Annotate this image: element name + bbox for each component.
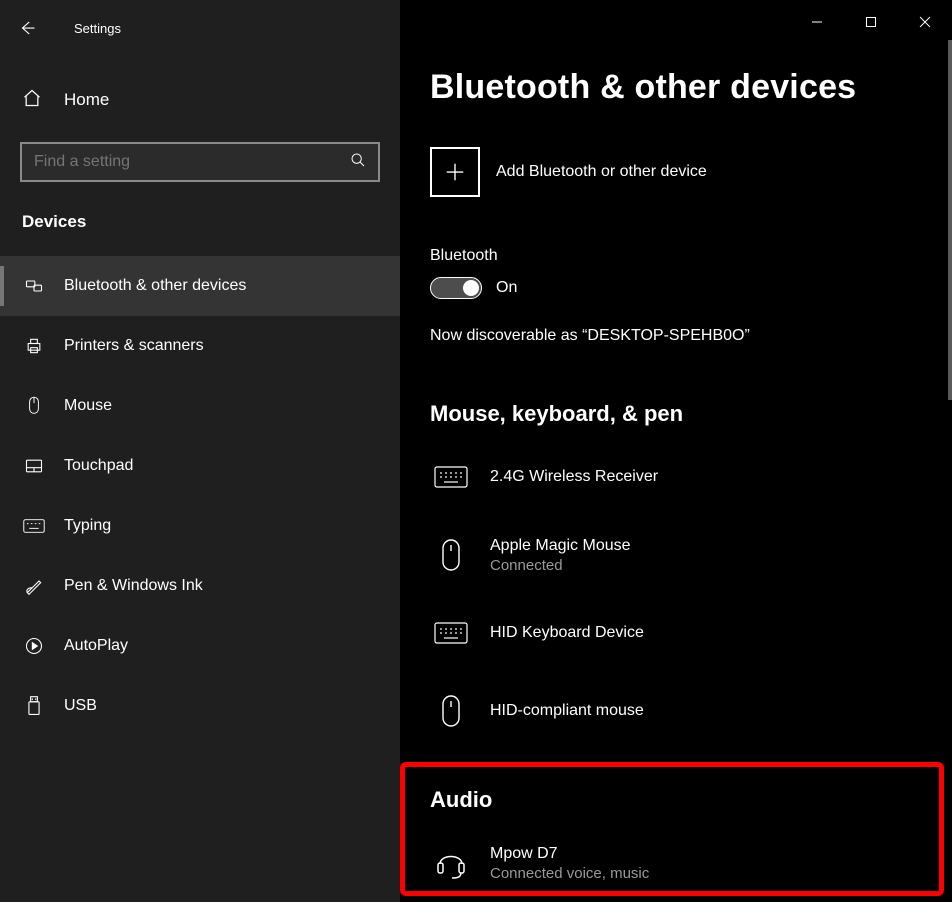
maximize-button[interactable] xyxy=(844,6,898,38)
device-name: HID Keyboard Device xyxy=(490,624,644,642)
sidebar-item-label: Mouse xyxy=(64,397,112,415)
touchpad-icon xyxy=(22,457,46,475)
keyboard-icon xyxy=(22,518,46,534)
sidebar-item-bluetooth[interactable]: Bluetooth & other devices xyxy=(0,256,400,316)
device-name: Apple Magic Mouse xyxy=(490,537,631,555)
sidebar-item-typing[interactable]: Typing xyxy=(0,496,400,556)
group-title-input-devices: Mouse, keyboard, & pen xyxy=(430,401,922,427)
plus-icon xyxy=(430,147,480,197)
bluetooth-state: On xyxy=(496,279,517,297)
sidebar-item-touchpad[interactable]: Touchpad xyxy=(0,436,400,496)
sidebar: Settings Home Devices Bluetooth & other … xyxy=(0,0,400,902)
sidebar-item-autoplay[interactable]: AutoPlay xyxy=(0,616,400,676)
mouse-icon xyxy=(430,694,472,728)
sidebar-item-label: Bluetooth & other devices xyxy=(64,277,246,295)
sidebar-item-label: Typing xyxy=(64,517,111,535)
sidebar-item-label: Pen & Windows Ink xyxy=(64,577,203,595)
mouse-icon xyxy=(22,395,46,417)
sidebar-item-label: AutoPlay xyxy=(64,637,128,655)
autoplay-icon xyxy=(22,636,46,656)
device-hid-mouse[interactable]: HID-compliant mouse xyxy=(430,683,922,739)
sidebar-nav: Bluetooth & other devices Printers & sca… xyxy=(0,256,400,736)
window-controls xyxy=(400,0,952,40)
close-button[interactable] xyxy=(898,6,952,38)
toggle-knob xyxy=(463,280,479,296)
keyboard-icon xyxy=(430,622,472,644)
group-title-audio: Audio xyxy=(430,787,922,813)
sidebar-item-label: USB xyxy=(64,697,97,715)
mouse-icon xyxy=(430,538,472,572)
sidebar-item-label: Touchpad xyxy=(64,457,133,475)
discoverable-text: Now discoverable as “DESKTOP-SPEHB0O” xyxy=(430,327,922,345)
search-input[interactable] xyxy=(34,153,350,171)
minimize-button[interactable] xyxy=(790,6,844,38)
sidebar-item-pen[interactable]: Pen & Windows Ink xyxy=(0,556,400,616)
main-content: Bluetooth & other devices Add Bluetooth … xyxy=(400,40,952,891)
scrollbar[interactable] xyxy=(948,40,952,400)
device-name: 2.4G Wireless Receiver xyxy=(490,468,658,486)
home-label: Home xyxy=(64,90,109,110)
search-container xyxy=(20,142,380,182)
device-name: Mpow D7 xyxy=(490,845,649,863)
headset-icon xyxy=(430,846,472,880)
sidebar-header: Settings xyxy=(0,0,400,46)
home-icon xyxy=(22,88,42,112)
sidebar-item-usb[interactable]: USB xyxy=(0,676,400,736)
sidebar-item-printers[interactable]: Printers & scanners xyxy=(0,316,400,376)
device-magic-mouse[interactable]: Apple Magic Mouse Connected xyxy=(430,527,922,583)
page-title: Bluetooth & other devices xyxy=(430,68,922,107)
home-button[interactable]: Home xyxy=(0,78,400,122)
sidebar-item-mouse[interactable]: Mouse xyxy=(0,376,400,436)
bluetooth-toggle-row: On xyxy=(430,277,922,299)
device-status: Connected voice, music xyxy=(490,865,649,882)
window-title: Settings xyxy=(74,21,121,36)
main-panel: Bluetooth & other devices Add Bluetooth … xyxy=(400,0,952,902)
printer-icon xyxy=(22,336,46,356)
device-status: Connected xyxy=(490,557,631,574)
add-device-button[interactable]: Add Bluetooth or other device xyxy=(430,147,922,197)
device-hid-keyboard[interactable]: HID Keyboard Device xyxy=(430,605,922,661)
bluetooth-devices-icon xyxy=(22,276,46,296)
device-wireless-receiver[interactable]: 2.4G Wireless Receiver xyxy=(430,449,922,505)
bluetooth-label: Bluetooth xyxy=(430,247,922,265)
search-icon xyxy=(350,152,366,172)
add-device-label: Add Bluetooth or other device xyxy=(496,163,707,181)
device-name: HID-compliant mouse xyxy=(490,702,644,720)
pen-icon xyxy=(22,576,46,596)
sidebar-section-label: Devices xyxy=(0,182,400,244)
search-input-wrapper[interactable] xyxy=(20,142,380,182)
sidebar-item-label: Printers & scanners xyxy=(64,337,204,355)
device-mpow-d7[interactable]: Mpow D7 Connected voice, music xyxy=(430,835,922,891)
bluetooth-toggle[interactable] xyxy=(430,277,482,299)
usb-icon xyxy=(22,695,46,717)
keyboard-icon xyxy=(430,466,472,488)
back-button[interactable] xyxy=(18,19,50,37)
